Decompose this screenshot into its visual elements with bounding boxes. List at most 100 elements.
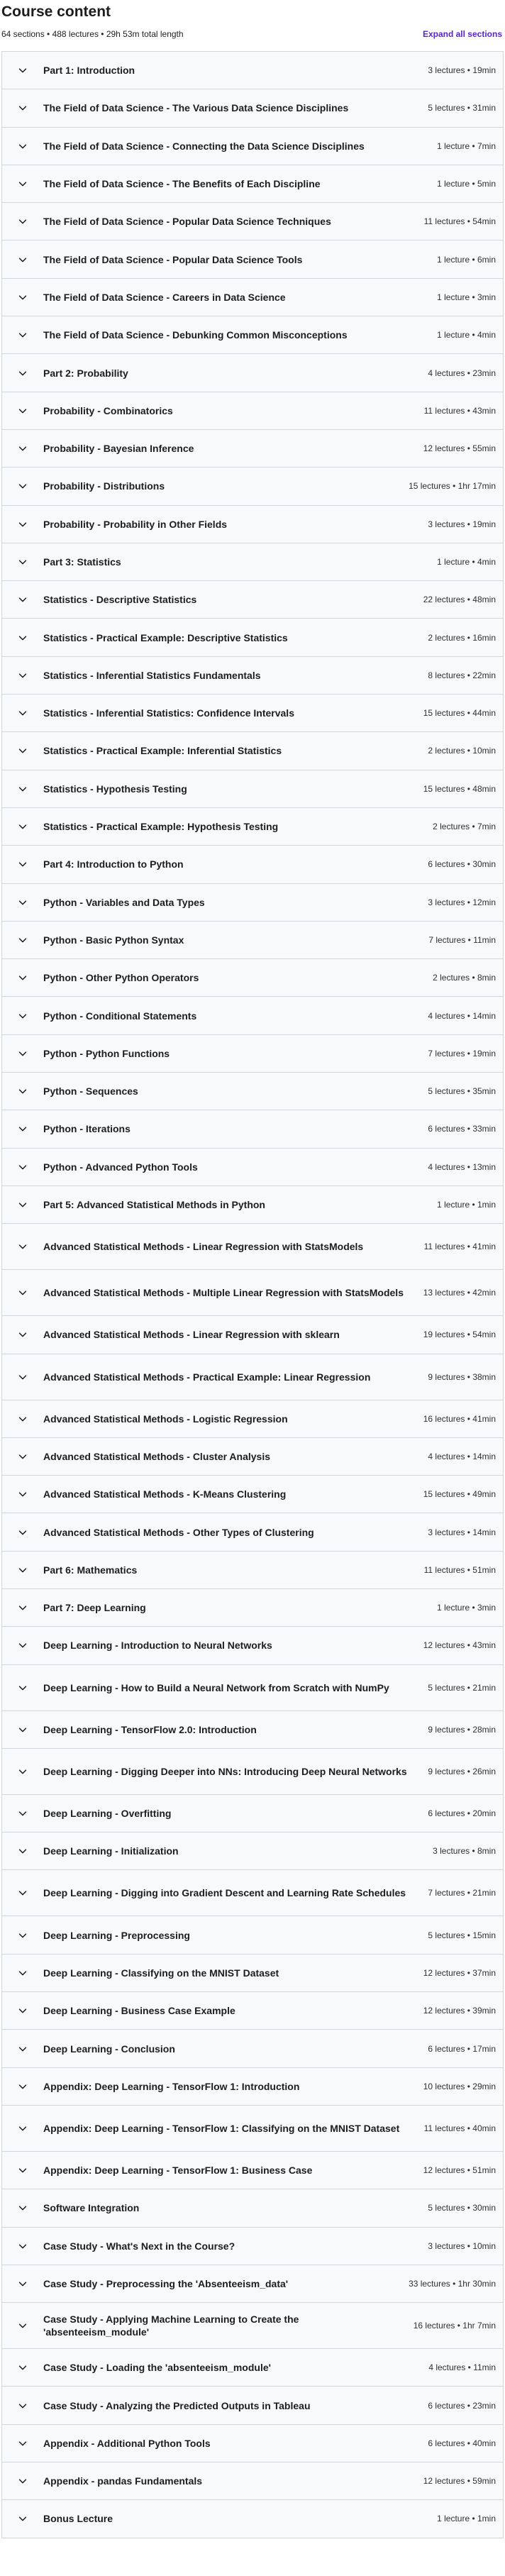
section-header[interactable]: Deep Learning - Introduction to Neural N… bbox=[2, 1627, 503, 1665]
section-header[interactable]: The Field of Data Science - Debunking Co… bbox=[2, 316, 503, 355]
section-header[interactable]: Advanced Statistical Methods - Logistic … bbox=[2, 1400, 503, 1438]
section-header[interactable]: Python - Advanced Python Tools 4 lectures… bbox=[2, 1148, 503, 1186]
section-header[interactable]: The Field of Data Science - Careers in D… bbox=[2, 278, 503, 317]
section-header[interactable]: Probability - Bayesian Inference 12 lectu… bbox=[2, 429, 503, 468]
chevron-down-icon bbox=[2, 2476, 43, 2486]
section-header[interactable]: Part 6: Mathematics 11 lectures • 51min bbox=[2, 1551, 503, 1589]
section-header[interactable]: Part 7: Deep Learning 1 lecture • 3min bbox=[2, 1588, 503, 1627]
section-header[interactable]: The Field of Data Science - The Various … bbox=[2, 89, 503, 128]
section-title: Deep Learning - Introduction to Neural N… bbox=[43, 1640, 272, 1652]
chevron-down-icon bbox=[2, 1162, 43, 1172]
expand-all-button[interactable]: Expand all sections bbox=[423, 29, 502, 39]
section-lecture-info: 4 lectures • 13min bbox=[428, 1161, 496, 1172]
section-header[interactable]: Case Study - What's Next in the Course? 3… bbox=[2, 2227, 503, 2265]
section-title: Case Study - Applying Machine Learning t… bbox=[43, 2314, 299, 2338]
section-header[interactable]: Statistics - Practical Example: Hypothes… bbox=[2, 807, 503, 846]
section-header[interactable]: The Field of Data Science - Connecting t… bbox=[2, 127, 503, 165]
chevron-down-icon bbox=[2, 255, 43, 265]
section-header[interactable]: Software Integration 5 lectures • 30min bbox=[2, 2189, 503, 2228]
section-title: Statistics - Inferential Statistics: Con… bbox=[43, 707, 294, 719]
section-header[interactable]: Appendix - Additional Python Tools 6 lect… bbox=[2, 2424, 503, 2463]
section-header[interactable]: Deep Learning - Overfitting 6 lectures • … bbox=[2, 1794, 503, 1833]
section-header[interactable]: Python - Python Functions 7 lectures • 19… bbox=[2, 1034, 503, 1073]
section-header[interactable]: Advanced Statistical Methods - Other Typ… bbox=[2, 1513, 503, 1552]
section-header[interactable]: Python - Basic Python Syntax 7 lectures •… bbox=[2, 921, 503, 960]
section-header[interactable]: Part 1: Introduction 3 lectures • 19min bbox=[2, 52, 503, 90]
section-header[interactable]: Part 4: Introduction to Python 6 lectures… bbox=[2, 846, 503, 884]
section-header[interactable]: Case Study - Applying Machine Learning t… bbox=[2, 2303, 503, 2350]
section-header[interactable]: Appendix: Deep Learning - TensorFlow 1: … bbox=[2, 2105, 503, 2152]
section-header[interactable]: Python - Conditional Statements 4 lecture… bbox=[2, 997, 503, 1035]
section-header[interactable]: Probability - Probability in Other Field… bbox=[2, 505, 503, 543]
section-lecture-info: 1 lecture • 4min bbox=[437, 330, 496, 341]
section-header[interactable]: Case Study - Analyzing the Predicted Out… bbox=[2, 2387, 503, 2425]
section-title: Statistics - Hypothesis Testing bbox=[43, 783, 187, 795]
section-header[interactable]: Part 2: Probability 4 lectures • 23min bbox=[2, 354, 503, 392]
section-lecture-info: 4 lectures • 14min bbox=[428, 1010, 496, 1021]
section-header[interactable]: Deep Learning - Conclusion 6 lectures • 1… bbox=[2, 2030, 503, 2068]
section-lecture-info: 9 lectures • 38min bbox=[428, 1371, 496, 1382]
chevron-down-icon bbox=[2, 1200, 43, 1210]
section-header[interactable]: Statistics - Inferential Statistics Fund… bbox=[2, 656, 503, 695]
section-lecture-info: 3 lectures • 8min bbox=[433, 1846, 496, 1857]
section-header[interactable]: Statistics - Practical Example: Descript… bbox=[2, 619, 503, 657]
chevron-down-icon bbox=[2, 746, 43, 756]
section-header[interactable]: Advanced Statistical Methods - Multiple … bbox=[2, 1270, 503, 1317]
section-lecture-info: 6 lectures • 20min bbox=[428, 1808, 496, 1819]
section-header[interactable]: Case Study - Loading the 'absenteeism_mo… bbox=[2, 2349, 503, 2387]
section-header[interactable]: Advanced Statistical Methods - Linear Re… bbox=[2, 1316, 503, 1354]
section-lecture-info: 5 lectures • 31min bbox=[428, 103, 496, 114]
section-header[interactable]: Deep Learning - Classifying on the MNIST… bbox=[2, 1954, 503, 1993]
chevron-down-icon bbox=[2, 2044, 43, 2054]
section-lecture-info: 1 lecture • 1min bbox=[437, 1200, 496, 1210]
section-header[interactable]: Statistics - Practical Example: Inferent… bbox=[2, 732, 503, 770]
section-title: Part 3: Statistics bbox=[43, 556, 121, 568]
section-header[interactable]: Appendix: Deep Learning - TensorFlow 1: … bbox=[2, 2067, 503, 2106]
section-header[interactable]: Probability - Combinatorics 11 lectures •… bbox=[2, 392, 503, 430]
section-title: Deep Learning - Overfitting bbox=[43, 1808, 172, 1820]
section-lecture-info: 12 lectures • 55min bbox=[423, 443, 496, 454]
section-header[interactable]: Statistics - Hypothesis Testing 15 lectur… bbox=[2, 770, 503, 808]
section-title: Python - Variables and Data Types bbox=[43, 896, 205, 908]
section-title: Python - Advanced Python Tools bbox=[43, 1161, 198, 1173]
section-title: Part 2: Probability bbox=[43, 367, 128, 379]
section-header[interactable]: Deep Learning - Digging Deeper into NNs:… bbox=[2, 1748, 503, 1795]
section-header[interactable]: The Field of Data Science - The Benefits… bbox=[2, 165, 503, 204]
section-header[interactable]: Advanced Statistical Methods - Practical… bbox=[2, 1354, 503, 1400]
section-header[interactable]: Appendix - pandas Fundamentals 12 lecture… bbox=[2, 2462, 503, 2501]
section-header[interactable]: Advanced Statistical Methods - Cluster A… bbox=[2, 1437, 503, 1476]
chevron-down-icon bbox=[2, 481, 43, 491]
section-header[interactable]: The Field of Data Science - Popular Data… bbox=[2, 241, 503, 279]
section-header[interactable]: Deep Learning - Preprocessing 5 lectures … bbox=[2, 1916, 503, 1955]
section-header[interactable]: Case Study - Preprocessing the 'Absentee… bbox=[2, 2265, 503, 2304]
section-header[interactable]: Deep Learning - Initialization 3 lectures… bbox=[2, 1833, 503, 1871]
section-lecture-info: 16 lectures • 1hr 7min bbox=[413, 2321, 496, 2331]
section-header[interactable]: Advanced Statistical Methods - Linear Re… bbox=[2, 1224, 503, 1271]
section-header[interactable]: Deep Learning - Digging into Gradient De… bbox=[2, 1870, 503, 1917]
section-header[interactable]: Part 3: Statistics 1 lecture • 4min bbox=[2, 543, 503, 582]
section-header[interactable]: Python - Sequences 5 lectures • 35min bbox=[2, 1073, 503, 1111]
chevron-down-icon bbox=[2, 1683, 43, 1693]
section-header[interactable]: The Field of Data Science - Popular Data… bbox=[2, 203, 503, 241]
section-title: Case Study - Analyzing the Predicted Out… bbox=[43, 2399, 311, 2411]
section-header[interactable]: Part 5: Advanced Statistical Methods in … bbox=[2, 1185, 503, 1225]
chevron-down-icon bbox=[2, 1414, 43, 1424]
section-header[interactable]: Statistics - Inferential Statistics: Con… bbox=[2, 695, 503, 733]
section-lecture-info: 10 lectures • 29min bbox=[423, 2081, 496, 2091]
section-title: Deep Learning - Digging into Gradient De… bbox=[43, 1887, 406, 1899]
section-list: Part 1: Introduction 3 lectures • 19min Th… bbox=[1, 51, 504, 2538]
section-header[interactable]: Deep Learning - TensorFlow 2.0: Introduc… bbox=[2, 1710, 503, 1749]
section-header[interactable]: Appendix: Deep Learning - TensorFlow 1: … bbox=[2, 2151, 503, 2190]
section-header[interactable]: Python - Variables and Data Types 3 lectu… bbox=[2, 883, 503, 922]
section-header[interactable]: Bonus Lecture 1 lecture • 1min bbox=[2, 2500, 503, 2538]
section-title: Python - Basic Python Syntax bbox=[43, 934, 184, 946]
section-header[interactable]: Advanced Statistical Methods - K-Means C… bbox=[2, 1476, 503, 1514]
section-header[interactable]: Deep Learning - Business Case Example 12 … bbox=[2, 1992, 503, 2030]
section-lecture-info: 12 lectures • 39min bbox=[423, 2006, 496, 2016]
section-header[interactable]: Deep Learning - How to Build a Neural Ne… bbox=[2, 1664, 503, 1711]
section-header[interactable]: Statistics - Descriptive Statistics 22 le… bbox=[2, 581, 503, 619]
section-header[interactable]: Python - Other Python Operators 2 lecture… bbox=[2, 959, 503, 997]
section-header[interactable]: Probability - Distributions 15 lectures •… bbox=[2, 468, 503, 506]
chevron-down-icon bbox=[2, 1086, 43, 1096]
section-header[interactable]: Python - Iterations 6 lectures • 33min bbox=[2, 1110, 503, 1149]
